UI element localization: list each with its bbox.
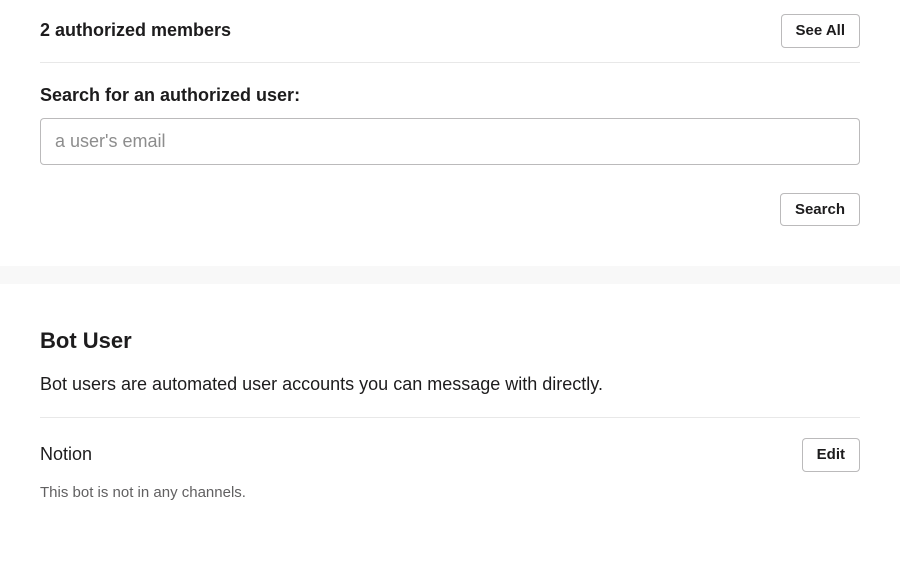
bot-user-section: Bot User Bot users are automated user ac… (0, 284, 900, 531)
authorized-members-title: 2 authorized members (40, 20, 231, 41)
bot-entry: Notion Edit This bot is not in any chann… (40, 418, 860, 501)
search-button[interactable]: Search (780, 193, 860, 227)
bot-name: Notion (40, 444, 92, 465)
bot-user-title: Bot User (40, 328, 860, 354)
search-user-input[interactable] (40, 118, 860, 165)
edit-bot-button[interactable]: Edit (802, 438, 860, 472)
search-label: Search for an authorized user: (40, 85, 860, 106)
bot-user-description: Bot users are automated user accounts yo… (40, 374, 860, 395)
bot-status: This bot is not in any channels. (40, 484, 860, 501)
search-authorized-user-block: Search for an authorized user: Search (40, 63, 860, 267)
section-gap (0, 266, 900, 284)
see-all-button[interactable]: See All (781, 14, 860, 48)
authorized-members-header: 2 authorized members See All (40, 0, 860, 62)
